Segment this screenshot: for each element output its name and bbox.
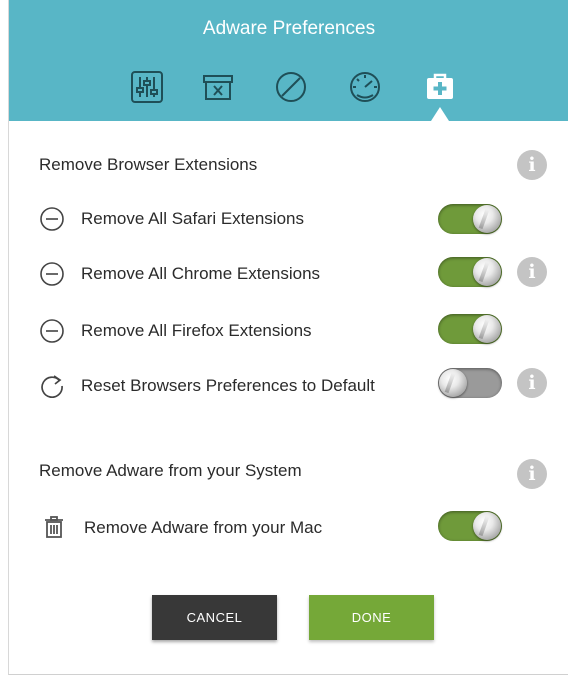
info-icon[interactable]: i [517, 150, 547, 180]
refresh-icon [39, 372, 65, 398]
first-aid-kit-icon [427, 73, 453, 99]
cancel-button[interactable]: CANCEL [152, 595, 277, 640]
tab-bar [9, 55, 568, 121]
chrome-extensions-toggle[interactable] [438, 257, 502, 287]
browser-section-title: Remove Browser Extensions [39, 155, 258, 174]
active-tab-indicator [431, 107, 449, 121]
sliders-icon [131, 71, 163, 103]
archive-x-icon [203, 75, 233, 100]
minus-circle-icon [39, 318, 65, 344]
safari-extensions-label: Remove All Safari Extensions [81, 209, 304, 228]
tab-first-aid[interactable] [420, 67, 460, 107]
toggle-knob [473, 512, 501, 540]
minus-circle-icon [39, 206, 65, 232]
toggle-knob [473, 315, 501, 343]
reset-preferences-label: Reset Browsers Preferences to Default [81, 376, 375, 395]
firefox-extensions-toggle[interactable] [438, 314, 502, 344]
tab-sliders[interactable] [127, 67, 167, 107]
preferences-window: Adware Preferences Remove Browser Extens… [8, 0, 568, 675]
toggle-knob [473, 205, 501, 233]
system-section-title: Remove Adware from your System [39, 461, 302, 480]
info-icon[interactable]: i [517, 257, 547, 287]
minus-circle-icon [39, 261, 65, 287]
chrome-extensions-label: Remove All Chrome Extensions [81, 264, 321, 283]
remove-adware-toggle[interactable] [438, 511, 502, 541]
tab-speed[interactable] [345, 67, 385, 107]
safari-extensions-toggle[interactable] [438, 204, 502, 234]
remove-adware-label: Remove Adware from your Mac [84, 518, 323, 537]
info-icon[interactable]: i [517, 368, 547, 398]
speed-gauge-icon [350, 72, 380, 102]
reset-preferences-toggle[interactable] [438, 368, 502, 398]
done-button[interactable]: DONE [309, 595, 434, 640]
toggle-knob [473, 258, 501, 286]
firefox-extensions-label: Remove All Firefox Extensions [81, 321, 312, 340]
tab-block[interactable] [271, 67, 311, 107]
trash-icon [41, 514, 67, 540]
block-icon [276, 72, 306, 102]
tab-archive[interactable] [198, 67, 238, 107]
window-title: Adware Preferences [9, 0, 568, 55]
info-icon[interactable]: i [517, 459, 547, 489]
toggle-knob [439, 369, 467, 397]
